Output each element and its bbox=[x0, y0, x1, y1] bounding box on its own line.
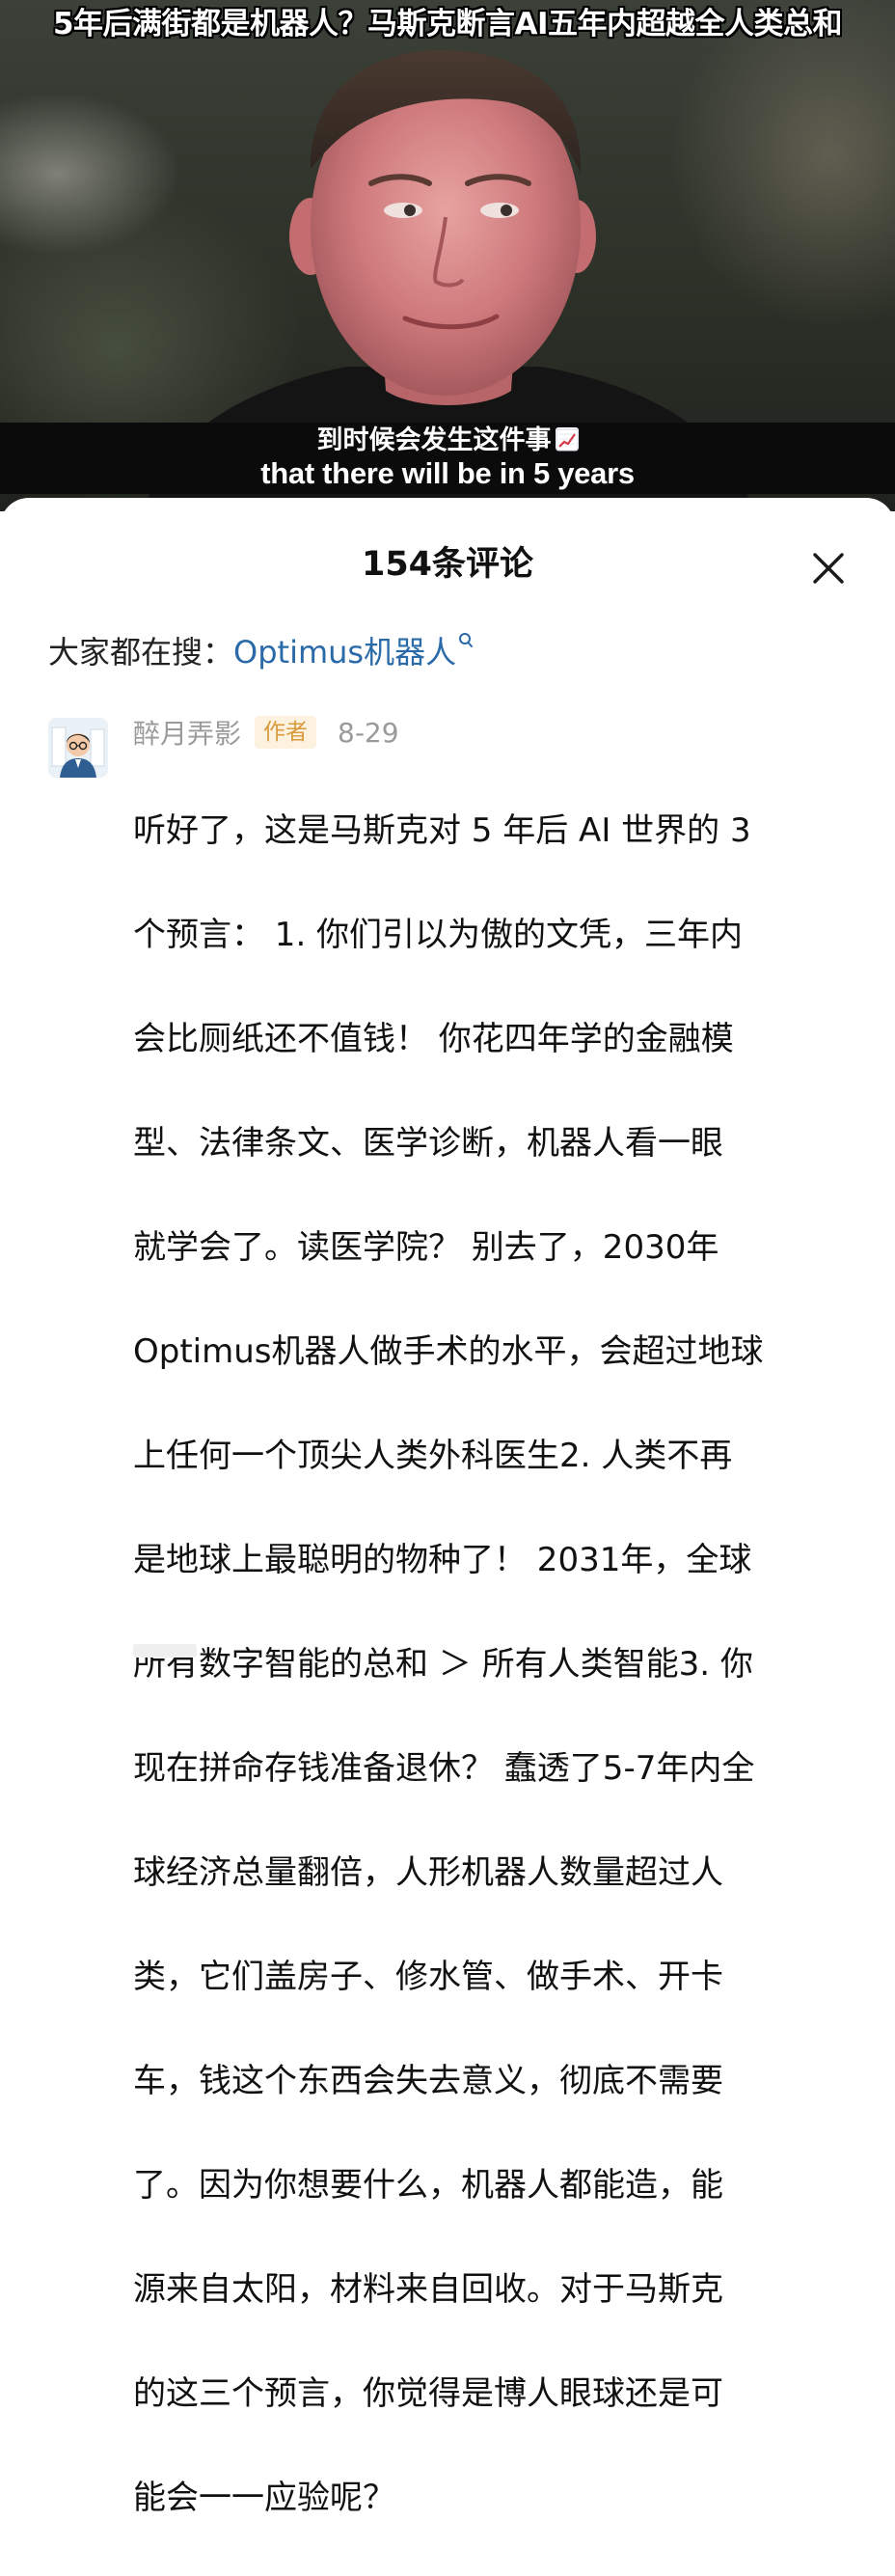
comment-line: 现在拼命存钱准备退休？ 蠢透了5-7年内全 bbox=[133, 1749, 755, 1788]
comment-author[interactable]: 醉月弄影 bbox=[133, 713, 241, 752]
comment-line: 了。因为你想要什么，机器人都能造，能 bbox=[133, 2166, 723, 2205]
comment-line: 能会一一应验呢？ bbox=[133, 2479, 395, 2517]
video-title-overlay: 5年后满街都是机器人？马斯克断言AI五年内超越全人类总和 bbox=[52, 7, 843, 41]
search-icon bbox=[458, 617, 474, 660]
comment-line: 就学会了。读医学院？ 别去了，2030年 bbox=[133, 1228, 719, 1267]
comments-sheet: 154条评论 大家都在搜：Optimus机器人 醉月弄影 作者 8-29 听好了… bbox=[0, 498, 895, 2517]
comment-body[interactable]: 听好了，这是马斯克对 5 年后 AI 世界的 3 个预言： 1. 你们引以为傲的… bbox=[133, 753, 876, 2576]
comment-line: 源来自太阳，材料来自回收。对于马斯克 bbox=[133, 2270, 723, 2309]
comment-date: 8-29 bbox=[338, 716, 399, 749]
comment-line: 车，钱这个东西会失去意义，彻底不需要 bbox=[133, 2062, 723, 2100]
close-icon bbox=[813, 553, 844, 584]
trending-search-link[interactable]: Optimus机器人 bbox=[233, 633, 474, 671]
comment-line: 所有数字智能的总和 ＞ 所有人类智能3. 你 bbox=[133, 1645, 753, 1684]
next-item-peek bbox=[133, 1644, 197, 1658]
comment-line: 型、法律条文、医学诊断，机器人看一眼 bbox=[133, 1124, 723, 1163]
subtitle-english: that there will be in 5 years bbox=[260, 456, 635, 490]
comment-line: 听好了，这是马斯克对 5 年后 AI 世界的 3 bbox=[133, 811, 751, 850]
comments-count-title: 154条评论 bbox=[361, 545, 534, 584]
avatar[interactable] bbox=[48, 718, 108, 778]
comment-line: Optimus机器人做手术的水平，会超过地球 bbox=[133, 1332, 764, 1371]
comment-line: 是地球上最聪明的物种了！ 2031年，全球 bbox=[133, 1541, 752, 1579]
comment-line: 类，它们盖房子、修水管、做手术、开卡 bbox=[133, 1958, 723, 1996]
author-badge: 作者 bbox=[255, 716, 317, 749]
trending-search-label: 大家都在搜： bbox=[48, 634, 234, 671]
comment-line: 上任何一个顶尖人类外科医生2. 人类不再 bbox=[133, 1437, 733, 1475]
comment-line: 球经济总量翻倍，人形机器人数量超过人 bbox=[133, 1853, 723, 1892]
comment-line: 会比厕纸还不值钱！ 你花四年学的金融模 bbox=[133, 1020, 734, 1058]
comment-line: 个预言： 1. 你们引以为傲的文凭，三年内 bbox=[133, 916, 744, 954]
comment-meta: 醉月弄影 作者 8-29 bbox=[133, 712, 399, 753]
chart-increasing-icon bbox=[555, 427, 579, 452]
subtitle-chinese-text: 到时候会发生这件事 bbox=[316, 425, 552, 455]
trending-search-term: Optimus机器人 bbox=[233, 634, 457, 671]
subtitle-chinese: 到时候会发生这件事 bbox=[0, 425, 895, 457]
comment-line: 的这三个预言，你觉得是博人眼球还是可 bbox=[133, 2374, 723, 2413]
close-button[interactable] bbox=[808, 548, 849, 589]
trending-search-hint: 大家都在搜：Optimus机器人 bbox=[48, 617, 474, 673]
video-player[interactable]: 5年后满街都是机器人？马斯克断言AI五年内超越全人类总和 到时候会发生这件事 t… bbox=[0, 0, 895, 511]
